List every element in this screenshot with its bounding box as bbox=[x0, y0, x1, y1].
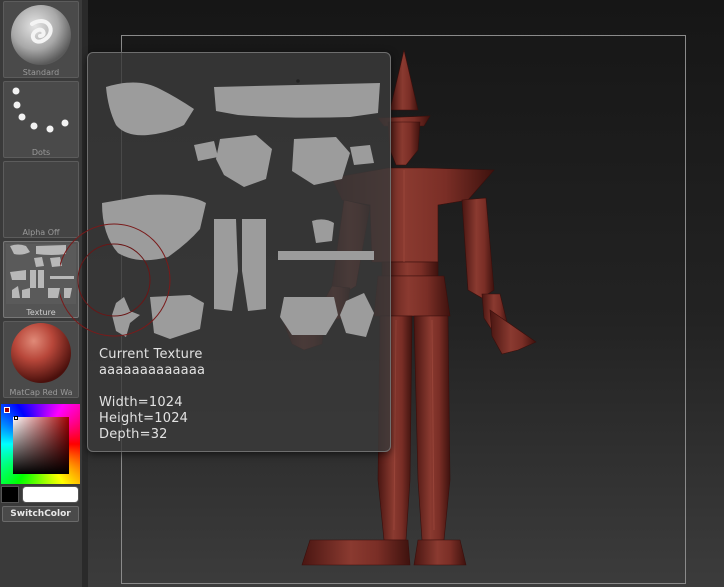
standard-brush-icon bbox=[11, 5, 71, 65]
texture-thumbnail-icon bbox=[6, 244, 76, 304]
secondary-color-swatch[interactable] bbox=[22, 486, 79, 503]
brush-label: Standard bbox=[22, 68, 60, 77]
matcap-sphere-icon bbox=[11, 323, 71, 383]
main-color-swatch bbox=[4, 407, 10, 413]
texture-info: Current Texture aaaaaaaaaaaaa Width=1024… bbox=[99, 347, 205, 443]
texture-info-popup: Current Texture aaaaaaaaaaaaa Width=1024… bbox=[87, 52, 391, 452]
texture-info-title: Current Texture bbox=[99, 347, 203, 362]
alpha-button[interactable]: Alpha Off bbox=[3, 161, 79, 238]
color-picker[interactable] bbox=[1, 404, 80, 484]
material-button[interactable]: MatCap Red Wa bbox=[3, 321, 79, 398]
secondary-swatch-black[interactable] bbox=[1, 486, 19, 503]
texture-width: Width=1024 bbox=[99, 395, 183, 410]
alpha-label: Alpha Off bbox=[22, 228, 60, 237]
uv-map-preview bbox=[102, 79, 380, 339]
dots-stroke-icon bbox=[12, 87, 69, 133]
texture-height: Height=1024 bbox=[99, 411, 189, 426]
texture-name: aaaaaaaaaaaaa bbox=[99, 363, 206, 378]
brush-button[interactable]: Standard bbox=[3, 1, 79, 78]
saturation-value-square[interactable] bbox=[13, 417, 69, 474]
color-cursor[interactable] bbox=[14, 416, 18, 420]
texture-label: Texture bbox=[26, 308, 56, 317]
left-shelf: Standard Dots Alpha Off Texture MatCap R… bbox=[0, 0, 83, 587]
switch-color-button[interactable]: SwitchColor bbox=[2, 506, 79, 522]
stroke-label: Dots bbox=[31, 148, 51, 157]
texture-depth: Depth=32 bbox=[99, 427, 168, 442]
texture-button[interactable]: Texture bbox=[3, 241, 79, 318]
material-label: MatCap Red Wa bbox=[9, 388, 73, 397]
stroke-button[interactable]: Dots bbox=[3, 81, 79, 158]
